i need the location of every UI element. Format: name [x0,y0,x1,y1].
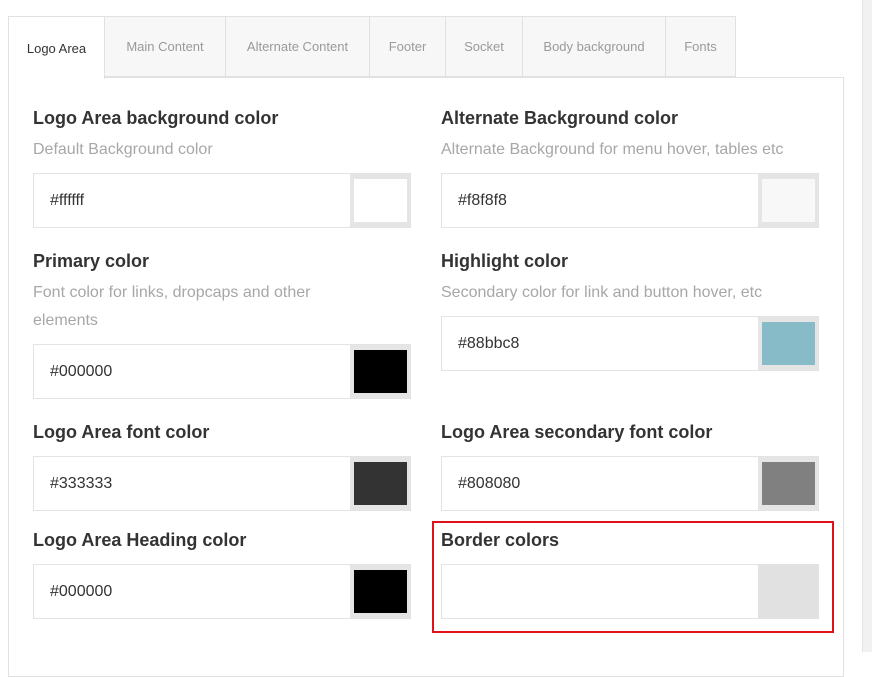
color-value-input[interactable]: #808080 [442,457,758,510]
color-swatch [353,462,407,505]
field-title: Logo Area background color [33,108,279,128]
field-description: Secondary color for link and button hove… [441,284,763,301]
color-value-input[interactable]: #333333 [34,457,350,510]
color-swatch-button[interactable] [350,457,410,510]
color-swatch-button[interactable] [758,317,818,370]
color-swatch [353,570,407,613]
field-alternate-background: Alternate Background color Alternate Bac… [441,107,819,228]
field-highlight-color: Highlight color Secondary color for link… [441,250,819,371]
color-value-input[interactable]: #000000 [34,345,350,398]
color-swatch-button[interactable] [350,345,410,398]
color-swatch [761,570,815,613]
tab-logo-area[interactable]: Logo Area [8,16,105,79]
color-picker[interactable]: #ffffff [33,173,411,228]
color-picker[interactable]: #000000 [33,344,411,399]
field-description: Default Background color [33,141,213,158]
color-swatch-button[interactable] [350,565,410,618]
color-swatch [761,179,815,222]
color-swatch [761,462,815,505]
color-swatch-button[interactable] [758,174,818,227]
color-value-input[interactable] [442,565,758,618]
color-picker[interactable]: #333333 [33,456,411,511]
field-border-colors: Border colors [441,529,819,619]
tab-main-content[interactable]: Main Content [105,16,226,77]
tab-bar: Logo Area Main Content Alternate Content… [8,16,736,79]
color-swatch-button[interactable] [758,565,818,618]
field-title: Alternate Background color [441,108,679,128]
field-logo-area-secondary-font-color: Logo Area secondary font color #808080 [441,421,819,511]
color-value-input[interactable]: #f8f8f8 [442,174,758,227]
color-picker[interactable]: #88bbc8 [441,316,819,371]
field-logo-area-heading-color: Logo Area Heading color #000000 [33,529,411,619]
tab-footer[interactable]: Footer [370,16,446,77]
color-value-input[interactable]: #88bbc8 [442,317,758,370]
field-description: Alternate Background for menu hover, tab… [441,141,784,158]
color-swatch [761,322,815,365]
field-primary-color: Primary color Font color for links, drop… [33,250,411,399]
color-picker[interactable]: #000000 [33,564,411,619]
field-title: Primary color [33,251,150,271]
tab-socket[interactable]: Socket [446,16,523,77]
color-value-input[interactable]: #000000 [34,565,350,618]
tab-fonts[interactable]: Fonts [666,16,736,77]
color-value-input[interactable]: #ffffff [34,174,350,227]
field-title: Logo Area secondary font color [441,422,713,442]
field-description: Font color for links, dropcaps and other… [33,284,311,329]
field-logo-area-background: Logo Area background color Default Backg… [33,107,411,228]
scrollbar-track[interactable] [862,0,872,652]
color-picker[interactable]: #808080 [441,456,819,511]
field-title: Highlight color [441,251,568,271]
color-swatch [353,179,407,222]
color-picker[interactable]: #f8f8f8 [441,173,819,228]
tab-alternate-content[interactable]: Alternate Content [226,16,370,77]
color-swatch [353,350,407,393]
field-title: Border colors [441,530,560,550]
color-swatch-button[interactable] [350,174,410,227]
tab-body-background[interactable]: Body background [523,16,666,77]
field-title: Logo Area font color [33,422,210,442]
field-title: Logo Area Heading color [33,530,247,550]
color-picker[interactable] [441,564,819,619]
color-swatch-button[interactable] [758,457,818,510]
field-logo-area-font-color: Logo Area font color #333333 [33,421,411,511]
